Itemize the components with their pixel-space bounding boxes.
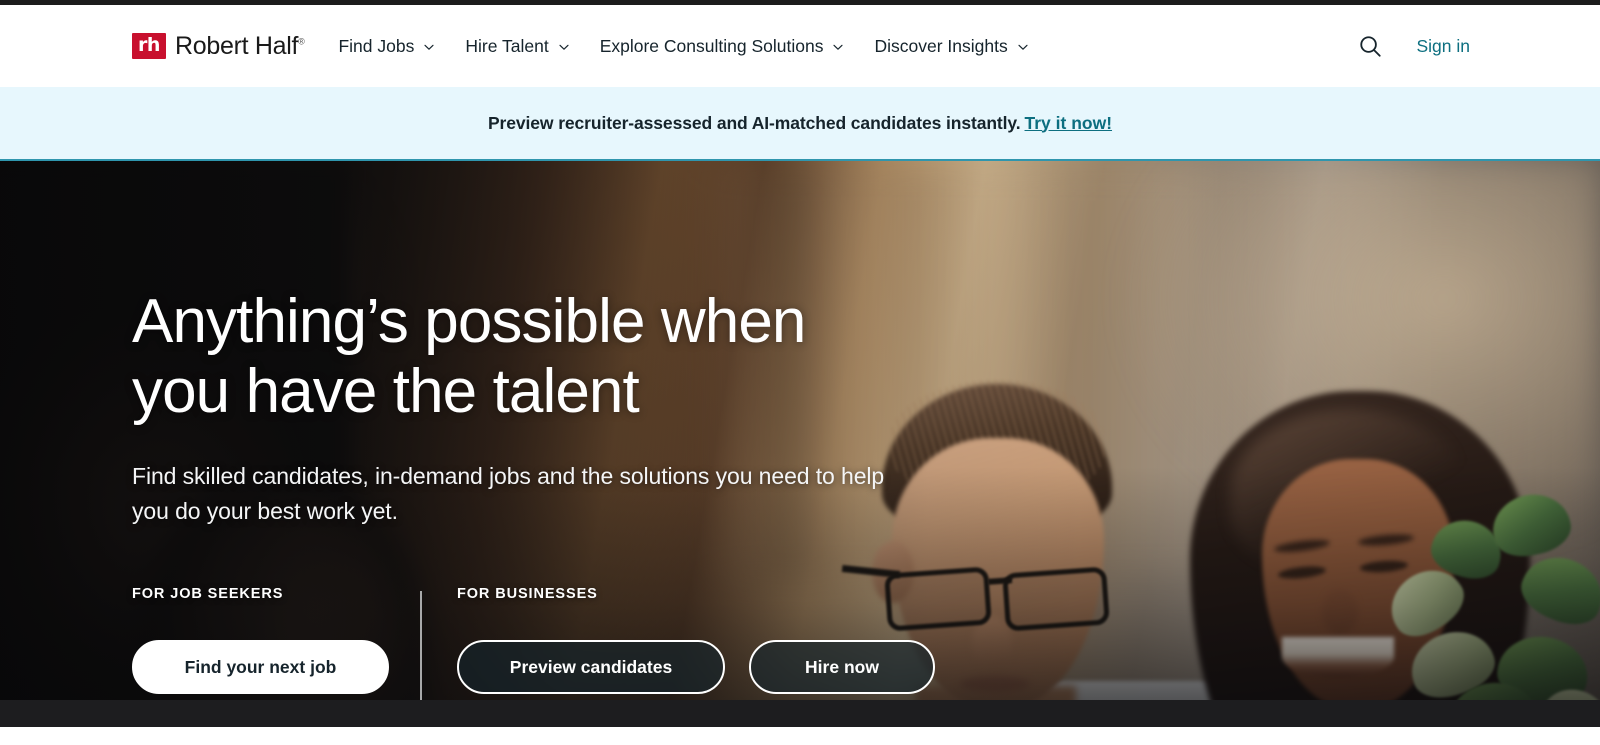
- robert-half-logo[interactable]: rh Robert Half®: [132, 31, 305, 61]
- nav-item-find-jobs[interactable]: Find Jobs: [338, 36, 434, 57]
- robert-half-logo-mark: rh: [132, 33, 166, 59]
- hero-content: Anything’s possible when you have the ta…: [132, 161, 1032, 727]
- nav-item-label: Discover Insights: [874, 35, 1008, 56]
- chevron-down-icon: [558, 41, 569, 52]
- businesses-column: FOR BUSINESSES Preview candidates Hire n…: [422, 586, 935, 694]
- nav-item-hire-talent[interactable]: Hire Talent: [465, 35, 569, 57]
- hero-headline: Anything’s possible when you have the ta…: [132, 287, 806, 427]
- sign-in-link[interactable]: Sign in: [1416, 36, 1470, 57]
- hero-section: Anything’s possible when you have the ta…: [0, 161, 1600, 727]
- promo-banner-link[interactable]: Try it now!: [1025, 113, 1113, 134]
- nav-item-label: Find Jobs: [338, 35, 415, 56]
- job-seekers-label: FOR JOB SEEKERS: [132, 586, 284, 602]
- find-your-next-job-button[interactable]: Find your next job: [132, 640, 389, 694]
- header-actions: Sign in: [1358, 34, 1470, 59]
- hire-now-button[interactable]: Hire now: [749, 640, 935, 694]
- promo-banner: Preview recruiter-assessed and AI-matche…: [0, 87, 1600, 161]
- robert-half-logo-text: Robert Half®: [175, 31, 305, 61]
- chevron-down-icon: [832, 41, 844, 52]
- nav-item-explore-consulting-solutions[interactable]: Explore Consulting Solutions: [600, 36, 844, 57]
- businesses-buttons: Preview candidates Hire now: [457, 640, 935, 694]
- nav-item-discover-insights[interactable]: Discover Insights: [874, 35, 1028, 57]
- job-seekers-column: FOR JOB SEEKERS Find your next job: [132, 586, 420, 694]
- promo-banner-text: Preview recruiter-assessed and AI-matche…: [487, 112, 1021, 133]
- registered-mark-icon: ®: [298, 36, 305, 47]
- brand-name: Robert Half: [175, 31, 299, 60]
- search-icon[interactable]: [1358, 34, 1383, 59]
- nav-item-label: Hire Talent: [465, 35, 549, 56]
- businesses-label: FOR BUSINESSES: [457, 586, 598, 602]
- chevron-down-icon: [1017, 41, 1028, 52]
- main-navigation: Find Jobs Hire Talent Explore Consulting…: [338, 35, 1028, 57]
- preview-candidates-button[interactable]: Preview candidates: [457, 640, 725, 694]
- job-seekers-buttons: Find your next job: [132, 640, 420, 694]
- nav-item-label: Explore Consulting Solutions: [599, 35, 824, 56]
- window-bottom-bar: [0, 700, 1600, 727]
- site-header: rh Robert Half® Find Jobs Hire Talent Ex…: [0, 5, 1600, 87]
- chevron-down-icon: [423, 41, 434, 52]
- hero-subheadline: Find skilled candidates, in-demand jobs …: [132, 463, 885, 525]
